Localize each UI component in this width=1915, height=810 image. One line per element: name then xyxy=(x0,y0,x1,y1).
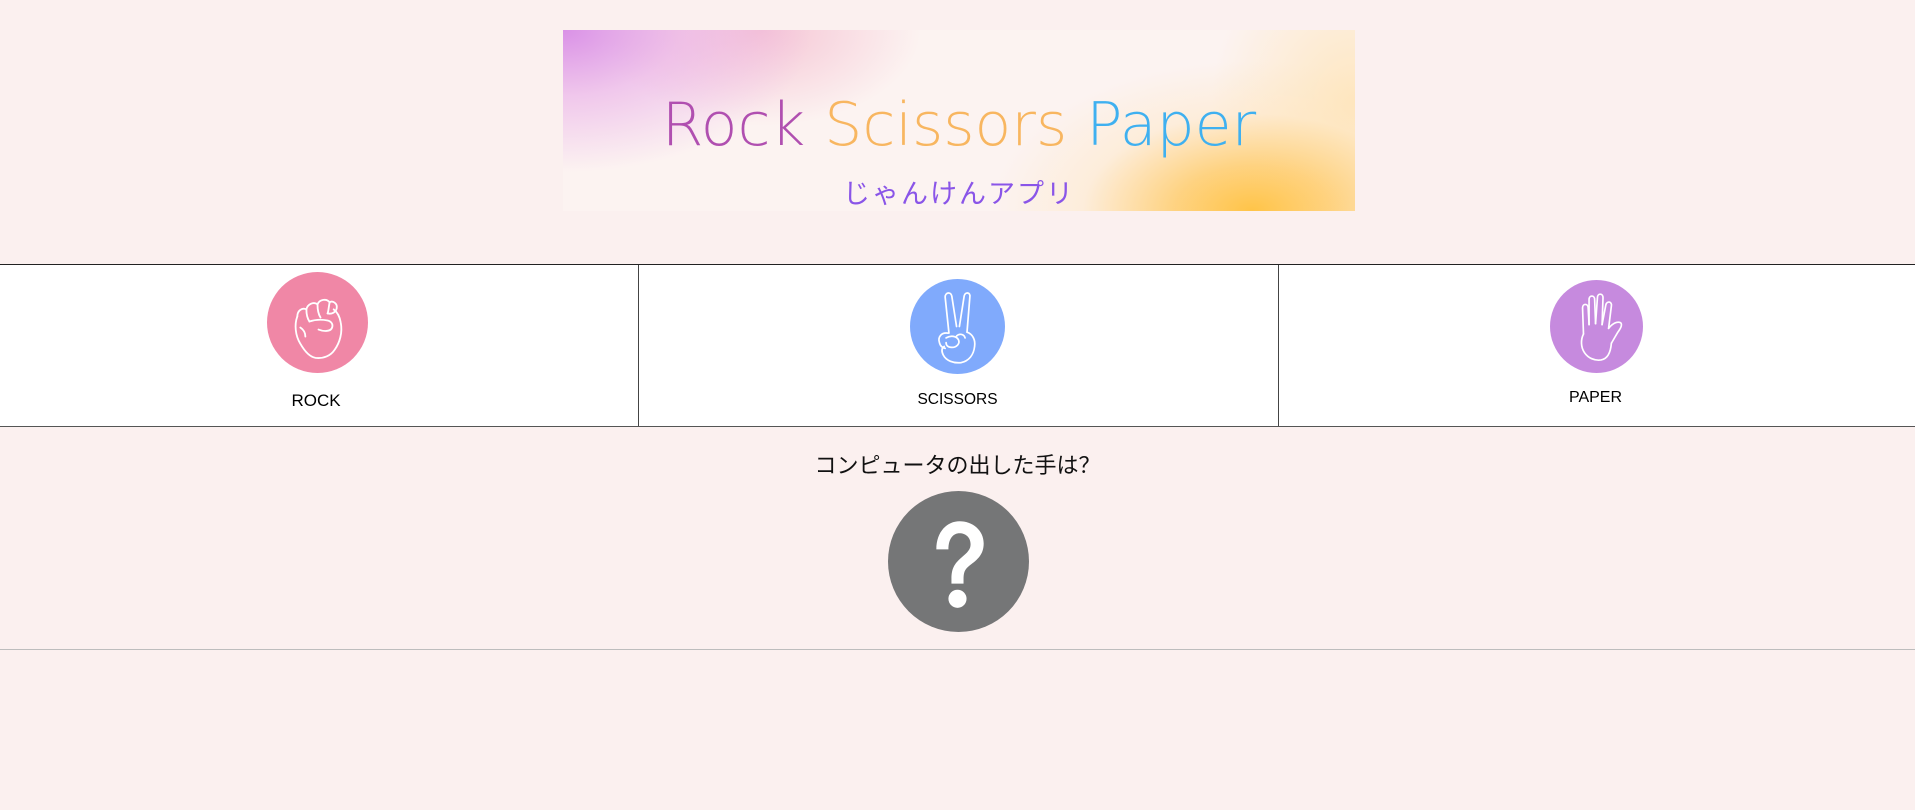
page: Rock Scissors Paper じゃんけんアプリ ROCK SCISSO… xyxy=(0,0,1915,810)
header-banner: Rock Scissors Paper じゃんけんアプリ xyxy=(563,30,1355,211)
fist-icon[interactable] xyxy=(267,272,368,373)
scissors-label[interactable]: SCISSORS xyxy=(637,391,1278,409)
open-hand-icon[interactable] xyxy=(1550,280,1643,373)
title-word-rock: Rock xyxy=(661,90,806,160)
choice-table: ROCK SCISSORS PAPER xyxy=(0,264,1915,427)
peace-sign-icon[interactable] xyxy=(910,279,1005,374)
title-word-scissors: Scissors xyxy=(824,90,1068,160)
app-subtitle: じゃんけんアプリ xyxy=(843,179,1075,210)
rock-choice-button[interactable]: ROCK xyxy=(0,265,639,426)
app-title: Rock Scissors Paper xyxy=(563,90,1355,160)
computer-hand-prompt: コンピュータの出した手は？ xyxy=(814,454,1101,479)
section-divider xyxy=(0,649,1915,650)
question-mark-icon xyxy=(888,491,1029,632)
title-word-paper: Paper xyxy=(1086,90,1257,160)
rock-label[interactable]: ROCK xyxy=(0,391,638,411)
scissors-choice-button[interactable]: SCISSORS xyxy=(639,265,1279,426)
paper-label[interactable]: PAPER xyxy=(1276,389,1915,407)
paper-choice-button[interactable]: PAPER xyxy=(1279,265,1915,426)
